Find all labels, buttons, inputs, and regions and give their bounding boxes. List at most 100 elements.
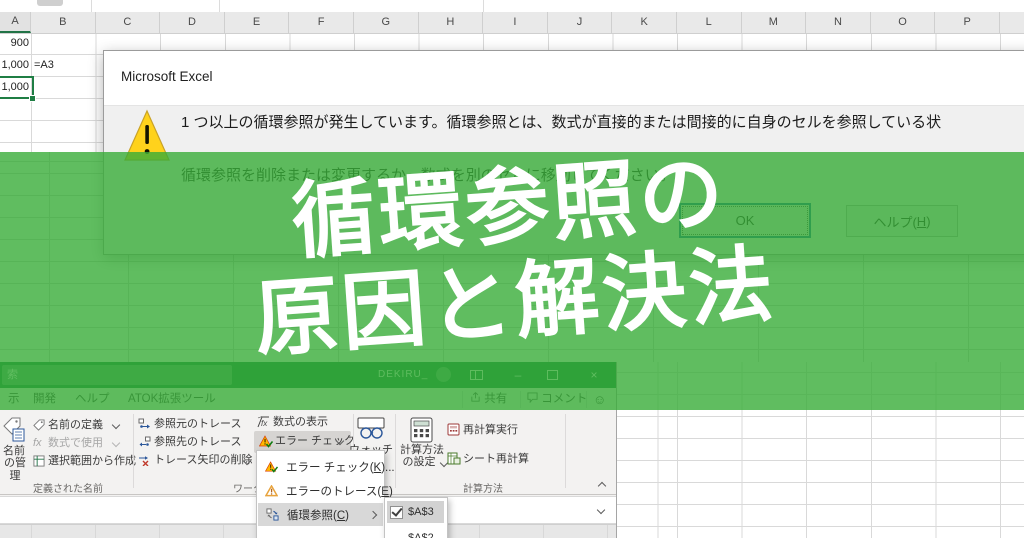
show-formulas-button[interactable]: 数式の表示 [273, 416, 328, 429]
comments-label: コメント [541, 393, 587, 405]
feedback-smiley-icon[interactable]: ☺ [593, 388, 606, 411]
excel-window: 索 DEKIRU_ – × 示 開発 ヘルプ ATOK拡張ツール 共有 [0, 362, 617, 538]
column-header[interactable]: M [742, 12, 807, 33]
close-icon[interactable]: × [582, 362, 606, 388]
group-label-calculation: 計算方法 [452, 480, 514, 495]
column-header[interactable]: L [677, 12, 742, 33]
cell-a2[interactable]: 1,000 [0, 54, 29, 76]
chevron-down-icon [112, 421, 120, 429]
watch-window-icon [356, 417, 386, 441]
search-input[interactable]: 索 [2, 365, 232, 385]
accesskey: C [337, 510, 345, 522]
column-header-a[interactable]: A [0, 12, 31, 33]
document-title: DEKIRU_ [378, 369, 428, 380]
define-name-button[interactable]: 名前の定義 [48, 419, 103, 432]
menu-label: エラーのトレース( [286, 486, 381, 498]
column-header[interactable]: N [806, 12, 871, 33]
tab-help[interactable]: ヘルプ [75, 388, 110, 411]
trace-dependents-button[interactable]: 参照先のトレース [154, 436, 241, 449]
trace-precedents-button[interactable]: 参照元のトレース [154, 418, 241, 431]
column-header[interactable]: Q [1000, 12, 1024, 33]
column-header[interactable]: I [483, 12, 548, 33]
share-icon [470, 392, 481, 403]
remove-arrows-button[interactable]: トレース矢印の削除 [154, 454, 252, 467]
namebox-tab-mark [37, 0, 63, 6]
ribbon-display-options-icon[interactable] [464, 362, 488, 388]
help-label-end: ) [926, 214, 930, 229]
error-check-icon [265, 461, 278, 473]
column-header[interactable]: B [31, 12, 96, 33]
cell-b2[interactable]: =A3 [34, 54, 92, 76]
formula-bar-remnant [0, 0, 1024, 12]
comments-button[interactable]: コメント [527, 388, 587, 411]
menu-item-circular-references[interactable]: 循環参照(C) [258, 503, 383, 526]
column-header[interactable]: F [289, 12, 354, 33]
group-separator [133, 414, 134, 488]
divider [462, 391, 463, 408]
create-from-selection-button[interactable]: 選択範囲から作成 [48, 455, 136, 468]
menu-label-end: ) [345, 510, 349, 522]
column-header[interactable]: E [225, 12, 290, 33]
define-name-icon [33, 419, 45, 431]
checkmark-icon [390, 506, 403, 519]
expand-formula-bar-icon[interactable] [597, 506, 605, 514]
fill-handle[interactable] [29, 95, 36, 102]
dialog-titlebar[interactable]: Microsoft Excel [104, 51, 1024, 106]
error-checking-menu: エラー チェック(K)... エラーのトレース(E) [256, 450, 385, 538]
submenu-arrow-icon [369, 511, 377, 519]
divider [520, 391, 521, 408]
ribbon-tab-row: 示 開発 ヘルプ ATOK拡張ツール 共有 コメント ☺ [0, 388, 616, 411]
menu-item-error-check[interactable]: エラー チェック(K)... [258, 455, 383, 478]
name-manager-icon [3, 417, 25, 442]
column-header[interactable]: P [935, 12, 1000, 33]
column-header[interactable]: H [419, 12, 484, 33]
chevron-down-icon [112, 439, 120, 447]
submenu-item-a3[interactable]: $A$3 [387, 501, 444, 523]
help-button[interactable]: ヘルプ(H) [846, 205, 958, 237]
tab-view-partial[interactable]: 示 [8, 388, 20, 411]
menu-label: エラー チェック( [286, 462, 374, 474]
use-in-formula-icon: fx [33, 437, 42, 450]
trace-precedents-icon [138, 418, 151, 430]
error-checking-icon [259, 435, 273, 448]
calculate-now-button[interactable]: 再計算実行 [463, 424, 518, 437]
column-header[interactable]: K [612, 12, 677, 33]
tab-atok-tools[interactable]: ATOK拡張ツール [128, 388, 216, 411]
submenu-item-a2[interactable]: $A$2 [387, 527, 444, 538]
dialog-message-line1: 1 つ以上の循環参照が発生しています。循環参照とは、数式が直接的または間接的に自… [181, 111, 941, 132]
divider [586, 391, 587, 408]
trace-dependents-icon [138, 436, 151, 448]
share-button[interactable]: 共有 [470, 388, 507, 411]
menu-label-end: )... [381, 462, 394, 474]
help-accesskey: H [917, 214, 926, 229]
column-header[interactable]: J [548, 12, 613, 33]
divider [219, 0, 220, 12]
tab-developer[interactable]: 開発 [33, 388, 56, 411]
divider [483, 0, 484, 12]
cell-reference-label: $A$3 [408, 506, 434, 518]
circular-references-icon [265, 508, 279, 521]
trace-error-icon [265, 485, 278, 497]
menu-label: 循環参照( [287, 510, 337, 522]
warning-icon [124, 109, 170, 163]
calculation-options-line2[interactable]: の設定 [394, 456, 444, 469]
column-header[interactable]: G [354, 12, 419, 33]
column-headers: A B C D E F G H I J K L M N O P Q [0, 12, 1024, 34]
calculate-sheet-button[interactable]: シート再計算 [463, 453, 529, 466]
help-label: ヘルプ( [873, 212, 916, 231]
divider [91, 0, 92, 12]
column-header[interactable]: D [160, 12, 225, 33]
calculate-now-icon [447, 423, 460, 436]
maximize-icon[interactable] [540, 362, 564, 388]
ok-button[interactable]: OK [679, 203, 811, 238]
menu-label-end: ) [389, 486, 393, 498]
dialog-title: Microsoft Excel [121, 69, 213, 84]
group-label-defined-names: 定義された名前 [18, 480, 118, 495]
column-header[interactable]: O [871, 12, 936, 33]
menu-item-trace-error[interactable]: エラーのトレース(E) [258, 479, 383, 502]
column-header[interactable]: C [96, 12, 161, 33]
cell-a1[interactable]: 900 [0, 32, 29, 54]
collapse-ribbon-icon[interactable] [598, 482, 606, 490]
account-avatar[interactable] [436, 367, 451, 382]
minimize-icon[interactable]: – [506, 362, 530, 388]
